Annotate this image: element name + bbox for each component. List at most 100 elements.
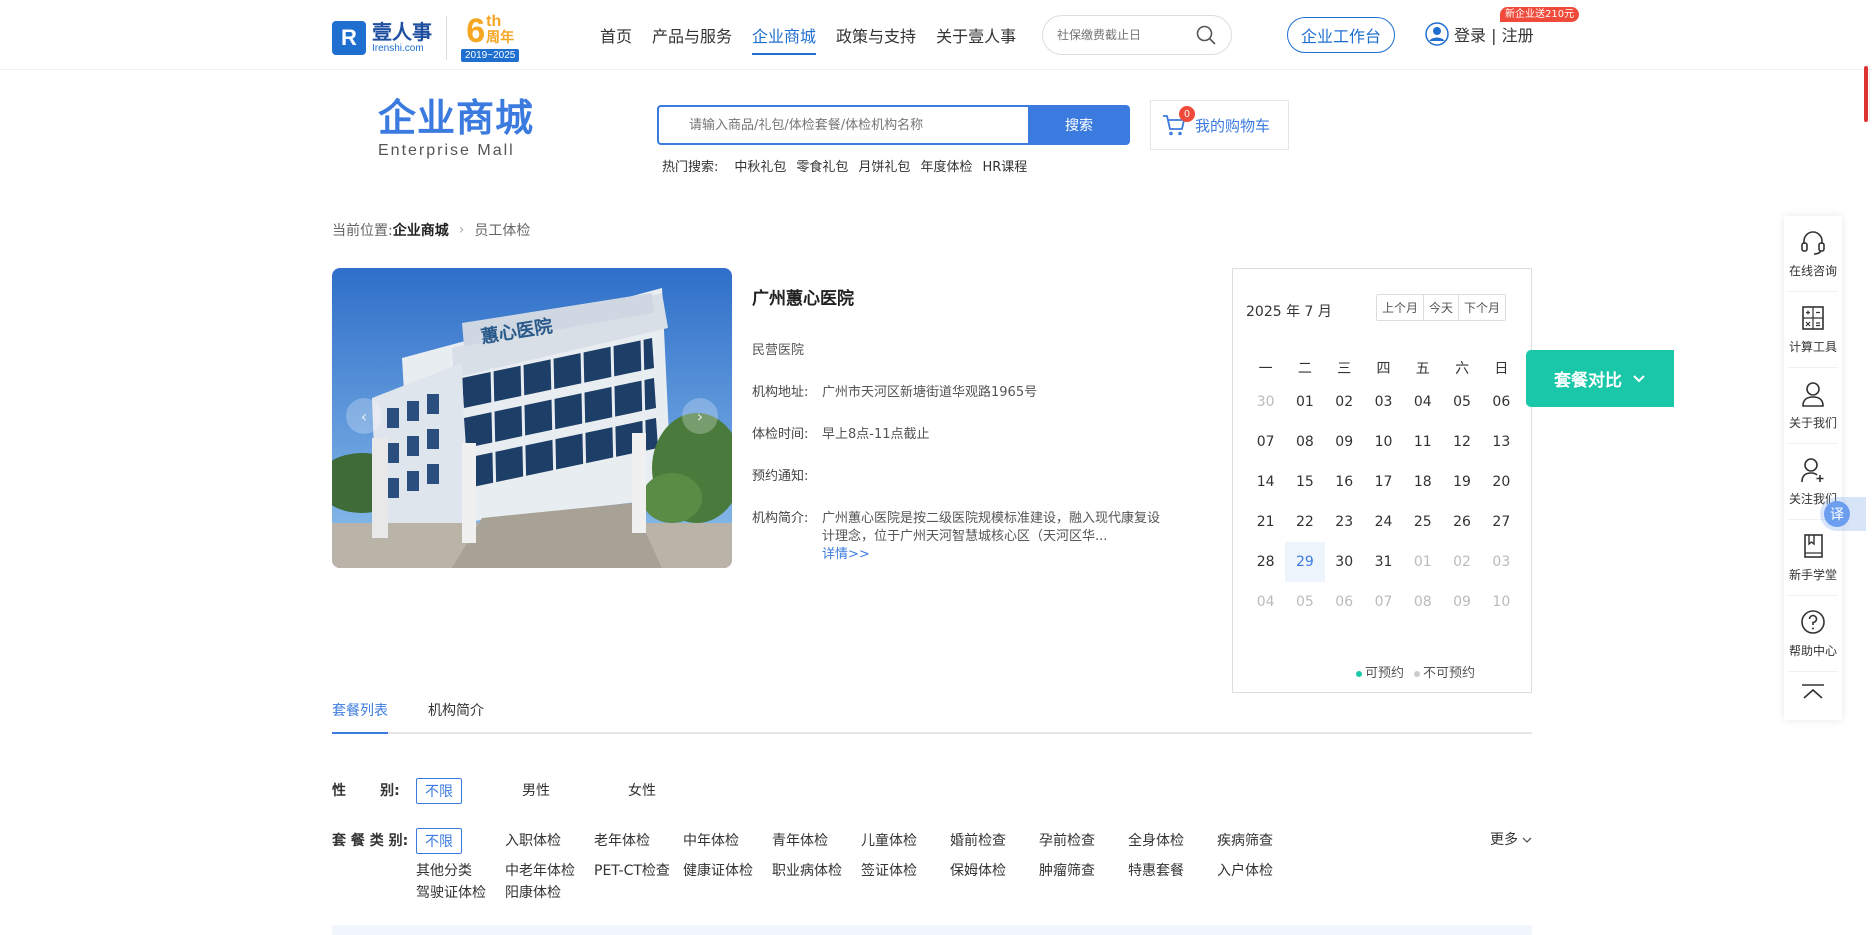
category-option[interactable]: 老年体检 — [594, 830, 650, 850]
category-option[interactable]: 驾驶证体检 — [416, 882, 486, 902]
site-logo[interactable]: R 壹人事 Irenshi.com 6 th 周年 2019~2025 — [332, 14, 520, 62]
calendar-day[interactable]: 25 — [1403, 502, 1442, 542]
calculator-tool-button[interactable]: 计算工具 — [1788, 292, 1838, 368]
carousel-next-button[interactable]: › — [682, 398, 718, 434]
calendar-day[interactable]: 30 — [1325, 542, 1364, 582]
calendar-day[interactable]: 10 — [1364, 422, 1403, 462]
hot-search-item[interactable]: 年度体检 — [920, 156, 972, 175]
calendar-day[interactable]: 27 — [1482, 502, 1521, 542]
calendar-day[interactable]: 08 — [1285, 422, 1324, 462]
online-consult-button[interactable]: 在线咨询 — [1788, 216, 1838, 292]
calendar-day[interactable]: 13 — [1482, 422, 1521, 462]
scrollbar-thumb[interactable] — [1864, 66, 1868, 122]
intro-details-link[interactable]: 详情>> — [822, 546, 1172, 564]
help-center-label: 帮助中心 — [1788, 644, 1837, 658]
category-option[interactable]: 阳康体检 — [505, 882, 561, 902]
category-option[interactable]: 孕前检查 — [1039, 830, 1095, 850]
calendar-day[interactable]: 17 — [1364, 462, 1403, 502]
category-option[interactable]: 全身体检 — [1128, 830, 1184, 850]
hot-search-item[interactable]: HR课程 — [982, 156, 1027, 175]
category-option[interactable]: 保姆体检 — [950, 860, 1006, 880]
nav-home[interactable]: 首页 — [600, 23, 632, 55]
tab-package-list[interactable]: 套餐列表 — [332, 700, 388, 734]
next-month-button[interactable]: 下个月 — [1459, 295, 1506, 320]
calendar-day[interactable]: 06 — [1482, 382, 1521, 422]
package-compare-button[interactable]: 套餐对比 — [1526, 350, 1674, 407]
calendar-day[interactable]: 26 — [1442, 502, 1481, 542]
about-us-button[interactable]: 关于我们 — [1788, 368, 1838, 444]
calendar-day[interactable]: 19 — [1442, 462, 1481, 502]
login-register[interactable]: 登录 | 注册 — [1425, 22, 1534, 46]
category-option[interactable]: 其他分类 — [416, 860, 472, 880]
calendar-day[interactable]: 18 — [1403, 462, 1442, 502]
calendar-day[interactable]: 03 — [1364, 382, 1403, 422]
gender-option-any[interactable]: 不限 — [416, 778, 462, 804]
booking-calendar: 2025 年 7 月 上个月 今天 下个月 一二三四五六日 30 01 02 03 04 0… — [1232, 268, 1532, 693]
category-option[interactable]: 疾病筛查 — [1217, 830, 1273, 850]
category-option[interactable]: 签证体检 — [861, 860, 917, 880]
calendar-day[interactable]: 09 — [1325, 422, 1364, 462]
calendar-day[interactable]: 12 — [1442, 422, 1481, 462]
mall-search-input[interactable] — [657, 105, 1028, 145]
calendar-day[interactable]: 07 — [1246, 422, 1285, 462]
calendar-day[interactable]: 02 — [1325, 382, 1364, 422]
shopping-cart-button[interactable]: 0 我的购物车 — [1150, 100, 1289, 150]
address-label: 机构地址: — [752, 385, 809, 400]
category-option[interactable]: 健康证体检 — [683, 860, 753, 880]
today-button[interactable]: 今天 — [1424, 295, 1460, 320]
back-to-top-button[interactable] — [1784, 672, 1842, 712]
nav-policy[interactable]: 政策与支持 — [836, 23, 916, 55]
login-label[interactable]: 登录 | 注册 — [1454, 22, 1534, 46]
calendar-weekday: 五 — [1415, 361, 1430, 377]
gender-option-female[interactable]: 女性 — [628, 780, 656, 800]
more-categories-button[interactable]: 更多 — [1490, 829, 1532, 849]
calendar-day[interactable]: 14 — [1246, 462, 1285, 502]
calendar-day[interactable]: 15 — [1285, 462, 1324, 502]
calendar-day[interactable]: 11 — [1403, 422, 1442, 462]
category-option[interactable]: 入户体检 — [1217, 860, 1273, 880]
calendar-day[interactable]: 28 — [1246, 542, 1285, 582]
nav-about[interactable]: 关于壹人事 — [936, 23, 1016, 55]
nav-products[interactable]: 产品与服务 — [652, 23, 732, 55]
category-option[interactable]: 中老年体检 — [505, 860, 575, 880]
category-option[interactable]: 职业病体检 — [772, 860, 842, 880]
tab-institution-intro[interactable]: 机构简介 — [428, 700, 484, 732]
calendar-day[interactable]: 24 — [1364, 502, 1403, 542]
breadcrumb-mall[interactable]: 企业商城 — [393, 220, 449, 240]
gender-option-male[interactable]: 男性 — [522, 780, 550, 800]
calendar-day[interactable]: 01 — [1285, 382, 1324, 422]
category-option[interactable]: 中年体检 — [683, 830, 739, 850]
category-option[interactable]: 入职体检 — [505, 830, 561, 850]
carousel-prev-button[interactable]: ‹ — [346, 398, 382, 434]
help-center-button[interactable]: 帮助中心 — [1788, 596, 1838, 672]
search-icon[interactable] — [1195, 24, 1217, 46]
top-search-input[interactable] — [1057, 28, 1187, 42]
calendar-day[interactable]: 31 — [1364, 542, 1403, 582]
prev-month-button[interactable]: 上个月 — [1377, 295, 1425, 320]
category-option[interactable]: PET-CT检查 — [594, 860, 670, 880]
calendar-day[interactable]: 22 — [1285, 502, 1324, 542]
intro-row: 机构简介: 广州蕙心医院是按二级医院规模标准建设，融入现代康复设计理念，位于广州… — [752, 510, 1172, 564]
calendar-day[interactable]: 20 — [1482, 462, 1521, 502]
calendar-day-today[interactable]: 29 — [1285, 542, 1325, 582]
workbench-button[interactable]: 企业工作台 — [1287, 17, 1395, 53]
calculator-icon — [1802, 306, 1824, 330]
nav-mall[interactable]: 企业商城 — [752, 23, 817, 55]
category-option[interactable]: 婚前检查 — [950, 830, 1006, 850]
hot-search-item[interactable]: 月饼礼包 — [858, 156, 910, 175]
mall-search-button[interactable]: 搜索 — [1028, 105, 1130, 145]
category-option[interactable]: 肿瘤筛查 — [1039, 860, 1095, 880]
calendar-day[interactable]: 21 — [1246, 502, 1285, 542]
hot-search-item[interactable]: 零食礼包 — [796, 156, 848, 175]
category-option[interactable]: 儿童体检 — [861, 830, 917, 850]
calendar-day[interactable]: 04 — [1403, 382, 1442, 422]
calendar-day[interactable]: 16 — [1325, 462, 1364, 502]
category-option-any[interactable]: 不限 — [416, 828, 462, 854]
translate-button[interactable]: 译 — [1820, 497, 1866, 531]
calendar-day[interactable]: 23 — [1325, 502, 1364, 542]
category-option[interactable]: 特惠套餐 — [1128, 860, 1184, 880]
category-option[interactable]: 青年体检 — [772, 830, 828, 850]
beginner-school-button[interactable]: 新手学堂 — [1788, 520, 1838, 596]
hot-search-item[interactable]: 中秋礼包 — [734, 156, 786, 175]
calendar-day[interactable]: 05 — [1442, 382, 1481, 422]
